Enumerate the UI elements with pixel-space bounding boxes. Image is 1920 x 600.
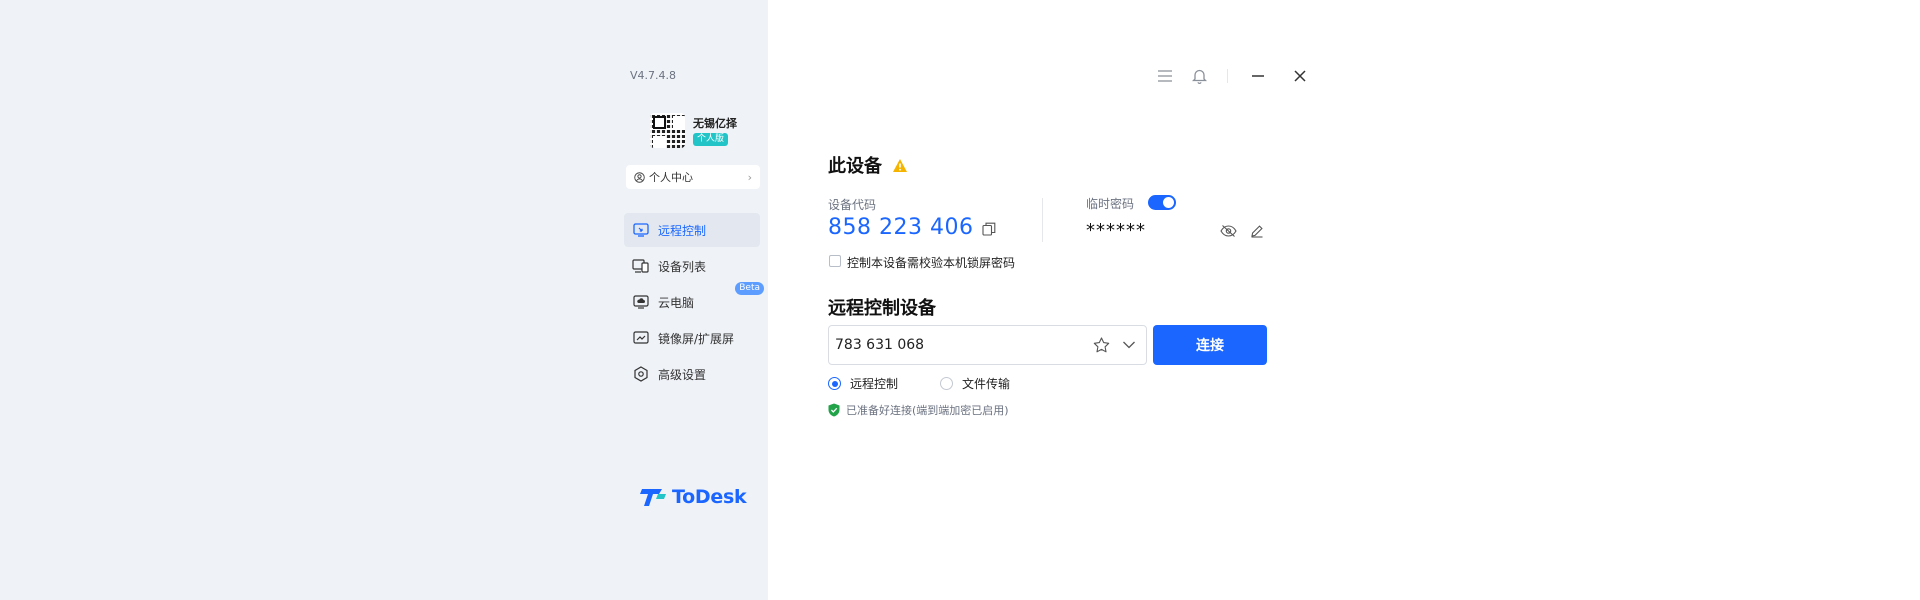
sidebar-item-device-list[interactable]: 设备列表	[624, 249, 760, 283]
mode-label: 文件传输	[962, 377, 1011, 391]
minimize-icon	[1252, 75, 1264, 77]
history-dropdown-button[interactable]	[1118, 334, 1140, 356]
device-code-label: 设备代码	[828, 198, 877, 212]
remote-device-field[interactable]	[828, 325, 1147, 365]
sidebar-item-advanced-settings[interactable]: 高级设置	[624, 357, 760, 391]
shield-check-icon	[828, 403, 840, 417]
radio-dot	[940, 377, 953, 390]
cloud-pc-icon	[632, 293, 650, 311]
lock-screen-checkbox[interactable]	[829, 255, 841, 267]
user-circle-icon	[634, 171, 645, 183]
bell-icon	[1191, 69, 1207, 84]
controls-divider	[1227, 69, 1228, 83]
remote-control-title: 远程控制设备	[828, 298, 936, 319]
sidebar-item-label: 镜像屏/扩展屏	[658, 331, 735, 346]
settings-icon	[632, 365, 650, 383]
chevron-right-icon: ›	[747, 170, 752, 184]
todesk-logo-icon	[640, 489, 666, 506]
mode-label: 远程控制	[850, 377, 899, 391]
device-code: 858 223 406	[828, 215, 974, 240]
personal-center-label: 个人中心	[649, 171, 693, 184]
warning-icon[interactable]	[892, 158, 908, 173]
connection-status: 已准备好连接(端到端加密已启用)	[828, 402, 1009, 418]
brand-name: ToDesk	[672, 486, 747, 508]
sidebar-nav: 远程控制 设备列表 云电脑 Beta 镜像屏/扩展屏 高级设置	[624, 213, 764, 393]
devices-icon	[632, 257, 650, 275]
menu-button[interactable]	[1155, 66, 1175, 86]
mirror-screen-icon	[632, 329, 650, 347]
temp-password-toggle[interactable]	[1148, 195, 1176, 210]
favorite-button[interactable]	[1090, 334, 1112, 356]
profile-name: 无锡亿择	[693, 117, 737, 130]
close-button[interactable]	[1290, 66, 1310, 86]
mode-file-transfer-radio[interactable]: 文件传输	[940, 375, 1010, 392]
mode-remote-control-radio[interactable]: 远程控制	[828, 375, 898, 392]
edit-icon	[1251, 225, 1263, 238]
status-text: 已准备好连接(端到端加密已启用)	[846, 404, 1009, 417]
notifications-button[interactable]	[1189, 66, 1209, 86]
sidebar-item-label: 高级设置	[658, 367, 707, 382]
brand-logo: ToDesk	[639, 486, 747, 508]
copy-button[interactable]	[980, 220, 998, 238]
minimize-button[interactable]	[1248, 66, 1268, 86]
lock-screen-checkbox-label[interactable]: 控制本设备需校验本机锁屏密码	[847, 254, 1015, 271]
sidebar-item-label: 云电脑	[658, 295, 695, 310]
device-info-divider	[1042, 198, 1043, 242]
this-device-title-text: 此设备	[828, 156, 882, 177]
version-label: V4.7.4.8	[630, 69, 677, 82]
main-background	[768, 0, 1920, 600]
temp-password-value: ******	[1086, 220, 1146, 241]
sidebar-item-cloud-pc[interactable]: 云电脑 Beta	[624, 282, 764, 319]
profile-card[interactable]: 无锡亿择 个人版	[650, 113, 737, 148]
chevron-down-icon	[1123, 341, 1135, 349]
sidebar-item-remote-control[interactable]: 远程控制	[624, 213, 760, 247]
close-icon	[1294, 70, 1306, 82]
eye-off-icon	[1219, 225, 1237, 237]
sidebar-item-mirror-screen[interactable]: 镜像屏/扩展屏	[624, 321, 760, 355]
remote-desktop-icon	[632, 221, 650, 239]
remote-device-input[interactable]	[835, 337, 1090, 353]
star-icon	[1093, 337, 1109, 353]
edit-password-button[interactable]	[1248, 222, 1266, 240]
beta-badge: Beta	[735, 282, 764, 295]
copy-icon	[982, 222, 996, 236]
connect-button[interactable]: 连接	[1153, 325, 1267, 365]
radio-dot	[828, 377, 841, 390]
menu-icon	[1158, 70, 1172, 82]
show-password-button[interactable]	[1219, 222, 1237, 240]
temp-password-label: 临时密码	[1086, 197, 1135, 211]
this-device-title: 此设备	[828, 152, 908, 178]
qr-code-icon	[650, 113, 685, 148]
personal-center-button[interactable]: 个人中心 ›	[626, 165, 760, 189]
sidebar-item-label: 设备列表	[658, 259, 707, 274]
edition-badge: 个人版	[693, 133, 729, 146]
sidebar-item-label: 远程控制	[658, 223, 707, 238]
